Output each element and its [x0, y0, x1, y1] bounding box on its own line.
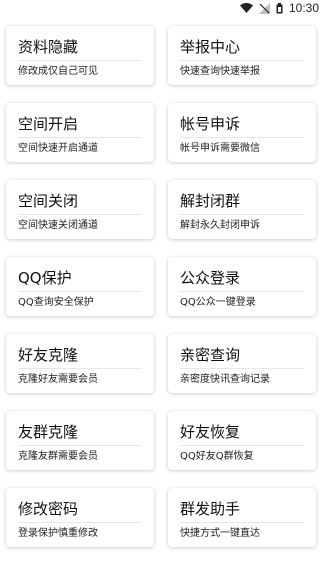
card-divider [18, 60, 142, 61]
card-hide-profile[interactable]: 资料隐藏 修改成仅自己可见 [6, 26, 154, 85]
card-mass-message[interactable]: 群发助手 快捷方式一键直达 [168, 488, 316, 547]
card-subtitle: QQ查询安全保护 [18, 297, 94, 308]
card-group-clone[interactable]: 友群克隆 克隆友群需要会员 [6, 411, 154, 470]
card-divider [18, 291, 142, 292]
card-unblock-group[interactable]: 解封闭群 解封永久封闭申诉 [168, 180, 316, 239]
card-subtitle: 克隆好友需要会员 [18, 374, 98, 385]
card-divider [180, 291, 304, 292]
card-title: 资料隐藏 [18, 38, 79, 56]
card-title: 举报中心 [180, 38, 241, 56]
status-bar: 10:30 [0, 0, 323, 16]
card-friend-restore[interactable]: 好友恢复 QQ好友Q群恢复 [168, 411, 316, 470]
status-time: 10:30 [288, 1, 319, 15]
wifi-icon [239, 3, 253, 13]
card-title: 友群克隆 [18, 423, 79, 441]
card-divider [18, 445, 142, 446]
feature-grid: 资料隐藏 修改成仅自己可见 举报中心 快速查询快速举报 空间开启 空间快速开启通… [6, 26, 316, 547]
card-title: 好友恢复 [180, 423, 241, 441]
card-divider [18, 214, 142, 215]
card-subtitle: QQ公众一键登录 [180, 297, 256, 308]
card-subtitle: 亲密度快讯查询记录 [180, 374, 270, 385]
card-divider [18, 137, 142, 138]
card-divider [180, 214, 304, 215]
card-account-appeal[interactable]: 帐号申诉 帐号申诉需要微信 [168, 103, 316, 162]
card-title: QQ保护 [18, 269, 72, 287]
card-title: 修改密码 [18, 500, 79, 518]
card-divider [180, 60, 304, 61]
card-subtitle: 修改成仅自己可见 [18, 66, 98, 77]
card-subtitle: QQ好友Q群恢复 [180, 451, 254, 462]
card-public-login[interactable]: 公众登录 QQ公众一键登录 [168, 257, 316, 316]
card-title: 公众登录 [180, 269, 241, 287]
card-subtitle: 克隆友群需要会员 [18, 451, 98, 462]
card-title: 空间关闭 [18, 192, 79, 210]
card-title: 亲密查询 [180, 346, 241, 364]
card-subtitle: 帐号申诉需要微信 [180, 143, 260, 154]
card-divider [180, 445, 304, 446]
card-space-close[interactable]: 空间关闭 空间快速关闭通道 [6, 180, 154, 239]
card-friend-clone[interactable]: 好友克隆 克隆好友需要会员 [6, 334, 154, 393]
card-subtitle: 空间快速开启通道 [18, 143, 98, 154]
card-space-open[interactable]: 空间开启 空间快速开启通道 [6, 103, 154, 162]
card-title: 解封闭群 [180, 192, 241, 210]
card-divider [180, 522, 304, 523]
card-divider [18, 368, 142, 369]
battery-icon [276, 2, 283, 14]
card-change-password[interactable]: 修改密码 登录保护慎重修改 [6, 488, 154, 547]
card-intimacy-query[interactable]: 亲密查询 亲密度快讯查询记录 [168, 334, 316, 393]
card-subtitle: 解封永久封闭申诉 [180, 220, 260, 231]
card-title: 群发助手 [180, 500, 241, 518]
no-signal-icon [258, 2, 270, 14]
card-title: 帐号申诉 [180, 115, 241, 133]
card-divider [180, 368, 304, 369]
card-subtitle: 快速查询快速举报 [180, 66, 260, 77]
card-subtitle: 快捷方式一键直达 [180, 528, 260, 539]
card-title: 空间开启 [18, 115, 79, 133]
card-divider [180, 137, 304, 138]
card-divider [18, 522, 142, 523]
card-qq-protect[interactable]: QQ保护 QQ查询安全保护 [6, 257, 154, 316]
card-title: 好友克隆 [18, 346, 79, 364]
card-subtitle: 空间快速关闭通道 [18, 220, 98, 231]
card-report-center[interactable]: 举报中心 快速查询快速举报 [168, 26, 316, 85]
card-subtitle: 登录保护慎重修改 [18, 528, 98, 539]
